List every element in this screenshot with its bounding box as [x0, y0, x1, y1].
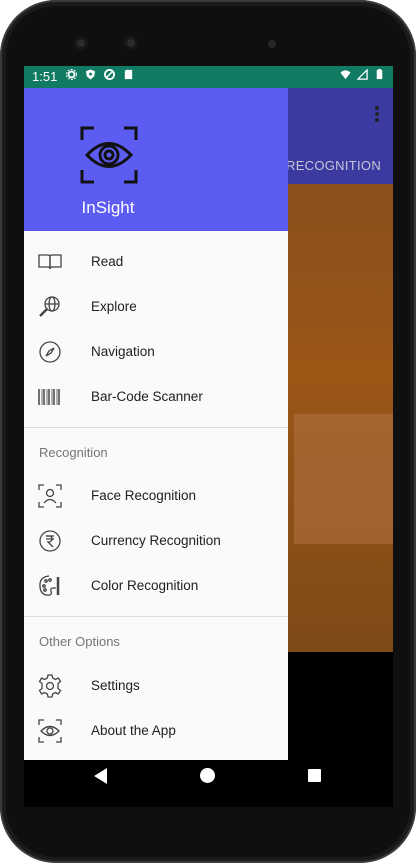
- proximity-sensor-icon: [268, 40, 276, 48]
- menu-label-face-recognition: Face Recognition: [91, 488, 197, 503]
- eye-scan-icon: [38, 719, 62, 743]
- sd-card-icon: [124, 69, 133, 80]
- gear-icon: [38, 674, 62, 698]
- battery-icon: [376, 69, 383, 80]
- menu-item-navigation[interactable]: Navigation: [24, 330, 288, 375]
- screen: 1:51 RECOGNITION InSight Read Explore Na…: [24, 66, 393, 807]
- front-sensor-icon: [124, 36, 138, 50]
- menu-item-face-recognition[interactable]: Face Recognition: [24, 474, 288, 519]
- book-icon: [38, 254, 62, 270]
- menu-label-about: About the App: [91, 723, 176, 738]
- drawer-header: InSight: [24, 88, 288, 231]
- status-time: 1:51: [32, 69, 58, 84]
- recents-icon[interactable]: [308, 769, 321, 782]
- menu-label-read: Read: [91, 254, 124, 269]
- menu-label-explore: Explore: [91, 299, 137, 314]
- front-camera-icon: [74, 36, 88, 50]
- preview-object: [294, 414, 393, 544]
- tab-recognition[interactable]: RECOGNITION: [286, 158, 381, 173]
- status-bar: 1:51: [24, 66, 393, 88]
- palette-icon: [39, 575, 60, 596]
- wifi-icon: [340, 70, 351, 80]
- menu-item-currency-recognition[interactable]: Currency Recognition: [24, 519, 288, 564]
- section-title-recognition: Recognition: [39, 445, 108, 460]
- divider: [24, 616, 288, 617]
- globe-search-icon: [39, 296, 60, 317]
- menu-label-currency-recognition: Currency Recognition: [91, 533, 221, 548]
- face-scan-icon: [38, 484, 62, 508]
- eye-scan-logo-icon: [80, 126, 138, 184]
- menu-item-explore[interactable]: Explore: [24, 285, 288, 330]
- menu-item-about[interactable]: About the App: [24, 709, 288, 754]
- back-icon[interactable]: [94, 768, 107, 784]
- compass-icon: [39, 341, 61, 363]
- overflow-menu-icon[interactable]: [375, 106, 379, 122]
- signal-icon: [357, 69, 368, 80]
- menu-label-navigation: Navigation: [91, 344, 155, 359]
- navigation-drawer: InSight Read Explore Navigation Bar-Code…: [24, 88, 288, 760]
- menu-item-read[interactable]: Read: [24, 240, 288, 285]
- section-title-other-options: Other Options: [39, 634, 120, 649]
- home-icon[interactable]: [200, 768, 215, 783]
- barcode-icon: [38, 389, 60, 405]
- app-title: InSight: [81, 198, 135, 217]
- menu-item-color-recognition[interactable]: Color Recognition: [24, 564, 288, 609]
- shield-icon: [85, 69, 96, 80]
- menu-label-settings: Settings: [91, 678, 140, 693]
- menu-item-settings[interactable]: Settings: [24, 664, 288, 709]
- menu-label-barcode: Bar-Code Scanner: [91, 389, 203, 404]
- menu-label-color-recognition: Color Recognition: [91, 578, 199, 593]
- data-saver-icon: [104, 69, 115, 80]
- menu-item-barcode[interactable]: Bar-Code Scanner: [24, 375, 288, 420]
- gear-icon: [66, 69, 77, 80]
- rupee-icon: [39, 530, 61, 552]
- divider: [24, 427, 288, 428]
- phone-frame: 1:51 RECOGNITION InSight Read Explore Na…: [0, 0, 416, 863]
